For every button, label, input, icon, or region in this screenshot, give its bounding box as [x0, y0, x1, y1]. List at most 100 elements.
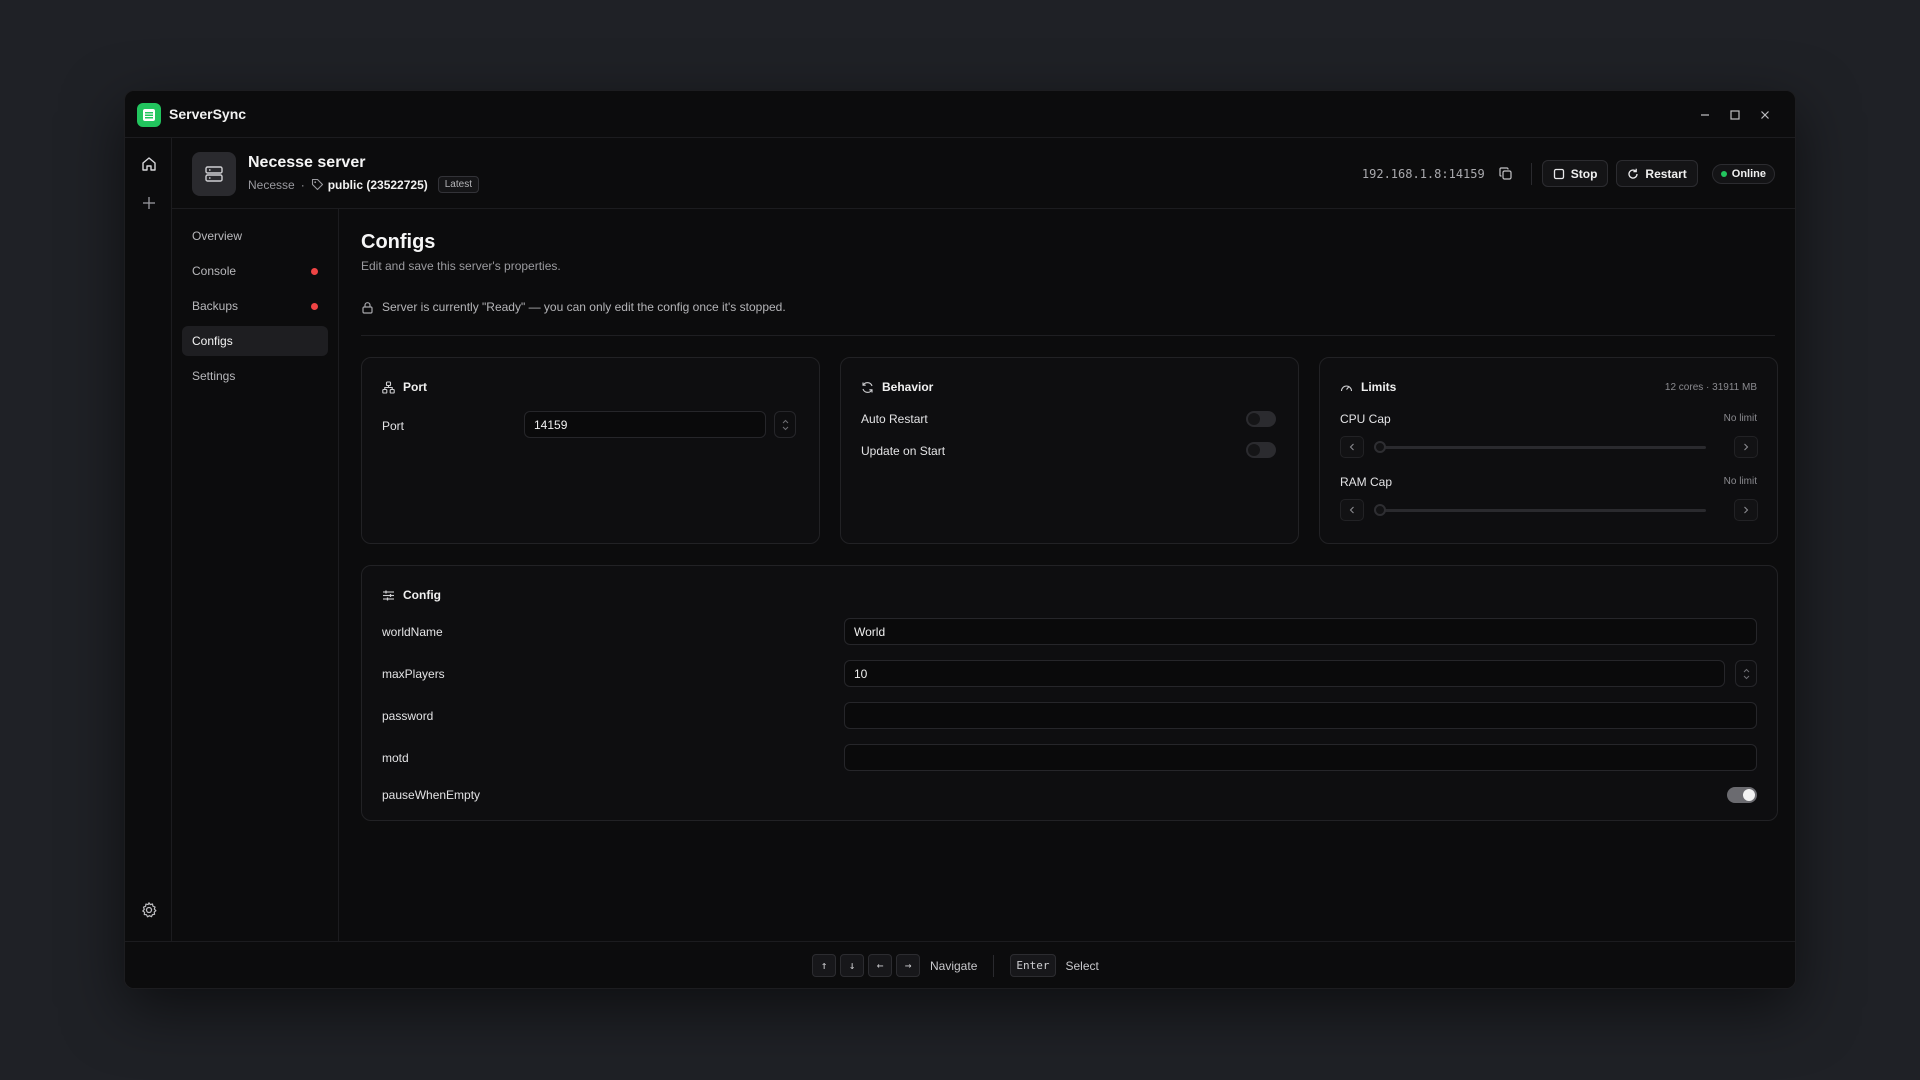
maximize-icon	[1730, 110, 1740, 120]
cpu-cap-label: CPU Cap	[1340, 412, 1391, 426]
stop-icon	[1553, 168, 1564, 179]
motd-input[interactable]	[844, 744, 1757, 771]
backups-alert-dot	[311, 303, 318, 310]
server-branch: public (23522725)	[327, 177, 428, 192]
nav-item-label: Backups	[192, 299, 239, 313]
app-title: ServerSync	[169, 106, 247, 122]
key-enter: Enter	[1010, 954, 1056, 977]
stop-button[interactable]: Stop	[1541, 160, 1609, 187]
close-button[interactable]	[1753, 104, 1777, 126]
chevron-left-icon	[1349, 506, 1354, 514]
restart-label: Restart	[1645, 166, 1687, 181]
server-address: 192.168.1.8:14159	[1361, 166, 1485, 181]
keyboard-hints-footer: ↑ ↓ ← → Navigate Enter Select	[125, 941, 1795, 988]
port-label: Port	[382, 419, 405, 433]
ram-increase-button[interactable]	[1734, 499, 1758, 521]
cpu-cap-slider-thumb[interactable]	[1374, 441, 1386, 453]
minimize-button[interactable]	[1693, 104, 1717, 126]
restart-icon	[1628, 168, 1639, 179]
plus-icon	[143, 197, 155, 209]
max-players-stepper[interactable]	[1735, 660, 1757, 687]
auto-restart-toggle[interactable]	[1246, 411, 1276, 427]
stop-label: Stop	[1570, 166, 1598, 181]
cpu-decrease-button[interactable]	[1340, 436, 1364, 458]
network-icon	[382, 380, 395, 394]
ram-cap-slider-thumb[interactable]	[1374, 504, 1386, 516]
cpu-increase-button[interactable]	[1734, 436, 1758, 458]
page-title: Configs	[361, 231, 436, 253]
server-nav: Overview Console Backups Configs Setting…	[172, 209, 339, 941]
gear-icon	[142, 902, 157, 918]
world-name-value: World	[854, 624, 886, 639]
world-name-input[interactable]: World	[844, 618, 1757, 645]
server-name: Necesse server	[248, 154, 366, 171]
system-summary: 12 cores · 31911 MB	[1664, 382, 1757, 393]
motd-label: motd	[382, 751, 409, 765]
max-players-value: 10	[854, 666, 868, 681]
nav-item-settings[interactable]: Settings	[182, 361, 328, 391]
locked-notice: Server is currently "Ready" — you can on…	[361, 300, 786, 314]
console-alert-dot	[311, 268, 318, 275]
lock-icon	[362, 301, 373, 314]
app-settings-button[interactable]	[136, 897, 162, 923]
nav-item-backups[interactable]: Backups	[182, 291, 328, 321]
limits-card: Limits 12 cores · 31911 MB CPU Cap No li…	[1319, 357, 1778, 544]
ram-decrease-button[interactable]	[1340, 499, 1364, 521]
status-badge: Online	[1711, 163, 1775, 184]
window-controls	[1693, 104, 1777, 126]
max-players-input[interactable]: 10	[844, 660, 1725, 687]
port-stepper[interactable]	[774, 411, 796, 438]
chevron-down-icon	[1743, 675, 1749, 679]
copy-icon	[1499, 167, 1512, 180]
nav-item-console[interactable]: Console	[182, 256, 328, 286]
server-game: Necesse	[248, 177, 295, 192]
keyboard-hints: ↑ ↓ ← → Navigate Enter Select	[812, 954, 1099, 977]
section-divider	[361, 335, 1775, 336]
config-card: Config worldName World maxPlayers 10 pas…	[361, 565, 1778, 821]
nav-item-overview[interactable]: Overview	[182, 221, 328, 251]
navigate-hint-label: Navigate	[930, 958, 978, 973]
meta-separator: ·	[300, 177, 305, 192]
key-down: ↓	[840, 954, 864, 977]
cpu-cap-slider[interactable]	[1374, 446, 1706, 449]
copy-address-button[interactable]	[1495, 163, 1517, 185]
chevron-right-icon	[1744, 506, 1749, 514]
restart-button[interactable]: Restart	[1616, 160, 1698, 187]
world-name-label: worldName	[382, 625, 443, 639]
home-button[interactable]	[136, 151, 162, 177]
chevron-left-icon	[1349, 443, 1354, 451]
tag-icon	[311, 178, 323, 191]
minimize-icon	[1701, 114, 1709, 116]
ram-cap-value: No limit	[1723, 476, 1757, 487]
icon-rail	[125, 138, 172, 941]
auto-restart-label: Auto Restart	[861, 412, 928, 426]
behavior-card: Behavior Auto Restart Update on Start	[840, 357, 1299, 544]
pause-when-empty-toggle[interactable]	[1727, 787, 1757, 803]
app-window: ServerSync Necesse server Necesse · publ…	[124, 90, 1796, 989]
nav-item-label: Settings	[192, 369, 236, 383]
password-input[interactable]	[844, 702, 1757, 729]
status-dot	[1720, 170, 1727, 177]
add-server-button[interactable]	[136, 190, 162, 216]
ram-cap-label: RAM Cap	[1340, 475, 1393, 489]
gauge-icon	[1340, 385, 1353, 391]
home-icon	[142, 157, 156, 171]
notice-text: Server is currently "Ready" — you can on…	[382, 300, 786, 314]
update-on-start-toggle[interactable]	[1246, 442, 1276, 458]
chevron-right-icon	[1744, 443, 1749, 451]
maximize-button[interactable]	[1723, 104, 1747, 126]
behavior-card-title-text: Behavior	[882, 380, 934, 394]
port-input[interactable]: 14159	[524, 411, 766, 438]
nav-item-configs[interactable]: Configs	[182, 326, 328, 356]
app-logo-icon	[137, 103, 161, 127]
nav-item-label: Configs	[192, 334, 233, 348]
port-value: 14159	[534, 417, 568, 432]
behavior-card-title: Behavior	[861, 380, 933, 394]
title-bar: ServerSync	[125, 91, 1795, 138]
password-label: password	[382, 709, 434, 723]
ram-cap-slider[interactable]	[1374, 509, 1706, 512]
refresh-icon	[862, 381, 873, 393]
close-icon	[1761, 111, 1769, 119]
chevron-down-icon	[782, 426, 788, 430]
nav-item-label: Console	[192, 264, 237, 278]
